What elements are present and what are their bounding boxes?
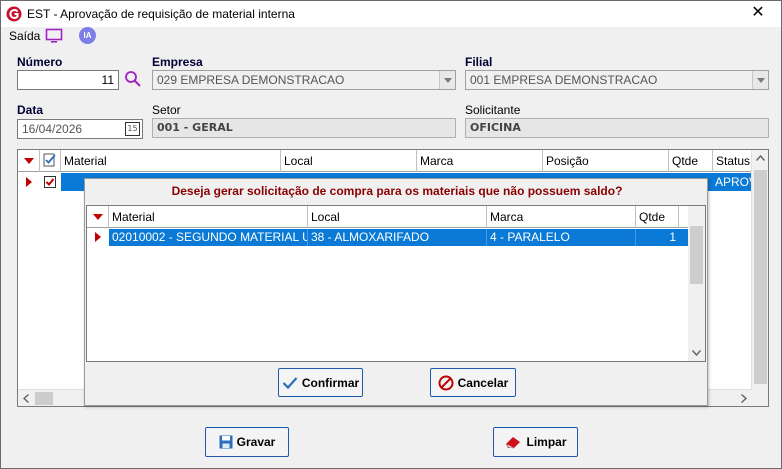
save-button[interactable]: Gravar xyxy=(205,427,289,457)
save-label: Gravar xyxy=(236,435,276,449)
main-window: EST - Aprovação de requisição de materia… xyxy=(0,0,782,469)
check-column-header[interactable] xyxy=(40,150,61,172)
col-status[interactable]: Status xyxy=(713,150,752,172)
numero-input[interactable]: 11 xyxy=(17,70,119,90)
eraser-icon xyxy=(506,437,521,449)
checkmark-icon xyxy=(282,376,298,389)
purchase-request-dialog: Deseja gerar solicitação de compra para … xyxy=(84,178,708,406)
close-icon[interactable]: ✕ xyxy=(749,4,767,22)
dialog-question: Deseja gerar solicitação de compra para … xyxy=(171,184,623,198)
cancel-button[interactable]: Cancelar xyxy=(430,368,516,397)
empresa-value: 029 EMPRESA DEMONSTRACAO xyxy=(157,73,345,87)
dialog-cell-local[interactable]: 38 - ALMOXARIFADO xyxy=(308,229,487,246)
col-material[interactable]: Material xyxy=(61,150,281,172)
grid-vertical-scrollbar[interactable] xyxy=(751,150,768,406)
filial-value: 001 EMPRESA DEMONSTRACAO xyxy=(470,73,658,87)
monitor-icon[interactable] xyxy=(45,28,63,44)
scroll-left-icon[interactable] xyxy=(23,394,29,403)
current-row-icon xyxy=(26,177,32,187)
scroll-down-icon[interactable] xyxy=(692,350,701,356)
menu-bar: Saída IA xyxy=(1,27,781,47)
data-value: 16/04/2026 xyxy=(22,122,83,136)
col-qtde[interactable]: Qtde xyxy=(669,150,713,172)
dialog-grid-header: Material Local Marca Qtde xyxy=(87,206,688,228)
dialog-row-indicator xyxy=(87,229,109,246)
dialog-sort-indicator[interactable] xyxy=(87,206,109,228)
sort-down-icon xyxy=(24,158,34,164)
col-posicao[interactable]: Posição xyxy=(543,150,669,172)
filial-label: Filial xyxy=(465,55,493,69)
dialog-vscroll-thumb[interactable] xyxy=(690,226,703,284)
calendar-icon[interactable]: 15 xyxy=(125,122,140,136)
grid-hscroll-thumb[interactable] xyxy=(35,392,53,405)
ia-assistant-icon[interactable]: IA xyxy=(79,27,96,44)
data-input[interactable]: 16/04/2026 15 xyxy=(17,119,143,139)
checkbox-checked-icon[interactable] xyxy=(44,176,56,188)
dialog-cell-material[interactable]: 02010002 - SEGUNDO MATERIAL UT... xyxy=(109,229,308,246)
dialog-col-qtde[interactable]: Qtde xyxy=(636,206,679,228)
checklist-icon xyxy=(43,153,56,167)
current-row-icon xyxy=(95,232,101,242)
app-logo-icon xyxy=(6,6,22,22)
solicitante-label: Solicitante xyxy=(465,103,521,117)
sort-down-icon xyxy=(93,214,103,220)
clear-button[interactable]: Limpar xyxy=(493,427,578,457)
search-icon[interactable] xyxy=(124,70,142,88)
dialog-cell-marca[interactable]: 4 - PARALELO xyxy=(487,229,636,246)
confirm-label: Confirmar xyxy=(301,375,360,390)
data-label: Data xyxy=(17,103,44,117)
setor-label: Setor xyxy=(152,103,181,117)
chevron-down-icon[interactable] xyxy=(752,71,768,89)
clear-label: Limpar xyxy=(526,435,567,449)
grid-header: Material Local Marca Posição Qtde Status xyxy=(18,150,752,172)
grid-vscroll-thumb[interactable] xyxy=(754,170,767,384)
col-local[interactable]: Local xyxy=(281,150,417,172)
floppy-disk-icon xyxy=(219,435,233,449)
title-bar: EST - Aprovação de requisição de materia… xyxy=(1,1,781,27)
solicitante-field: OFICINA xyxy=(465,118,769,138)
dialog-vertical-scrollbar[interactable] xyxy=(688,206,705,361)
scroll-up-icon[interactable] xyxy=(756,155,765,161)
dialog-col-local[interactable]: Local xyxy=(308,206,487,228)
filial-select[interactable]: 001 EMPRESA DEMONSTRACAO xyxy=(465,70,769,90)
col-marca[interactable]: Marca xyxy=(417,150,543,172)
row-indicator xyxy=(18,173,40,191)
chevron-down-icon[interactable] xyxy=(439,71,455,89)
setor-field: 001 - GERAL xyxy=(152,118,456,138)
dialog-cell-qtde[interactable]: 1 xyxy=(636,229,679,246)
dialog-materials-grid[interactable]: Material Local Marca Qtde 02010002 - SEG… xyxy=(86,205,706,362)
dialog-col-marca[interactable]: Marca xyxy=(487,206,636,228)
table-row[interactable]: 02010002 - SEGUNDO MATERIAL UT... 38 - A… xyxy=(87,229,688,246)
cancel-circle-icon xyxy=(438,375,454,390)
window-title: EST - Aprovação de requisição de materia… xyxy=(27,7,295,21)
dialog-col-material[interactable]: Material xyxy=(109,206,308,228)
numero-label: Número xyxy=(17,55,63,69)
empresa-select[interactable]: 029 EMPRESA DEMONSTRACAO xyxy=(152,70,456,90)
empresa-label: Empresa xyxy=(152,55,203,69)
menu-saida[interactable]: Saída xyxy=(9,29,40,43)
scroll-right-icon[interactable] xyxy=(741,394,747,403)
confirm-button[interactable]: Confirmar xyxy=(278,368,363,397)
row-check-cell[interactable] xyxy=(40,173,61,191)
cancel-label: Cancelar xyxy=(457,375,509,390)
sort-indicator[interactable] xyxy=(18,150,40,172)
